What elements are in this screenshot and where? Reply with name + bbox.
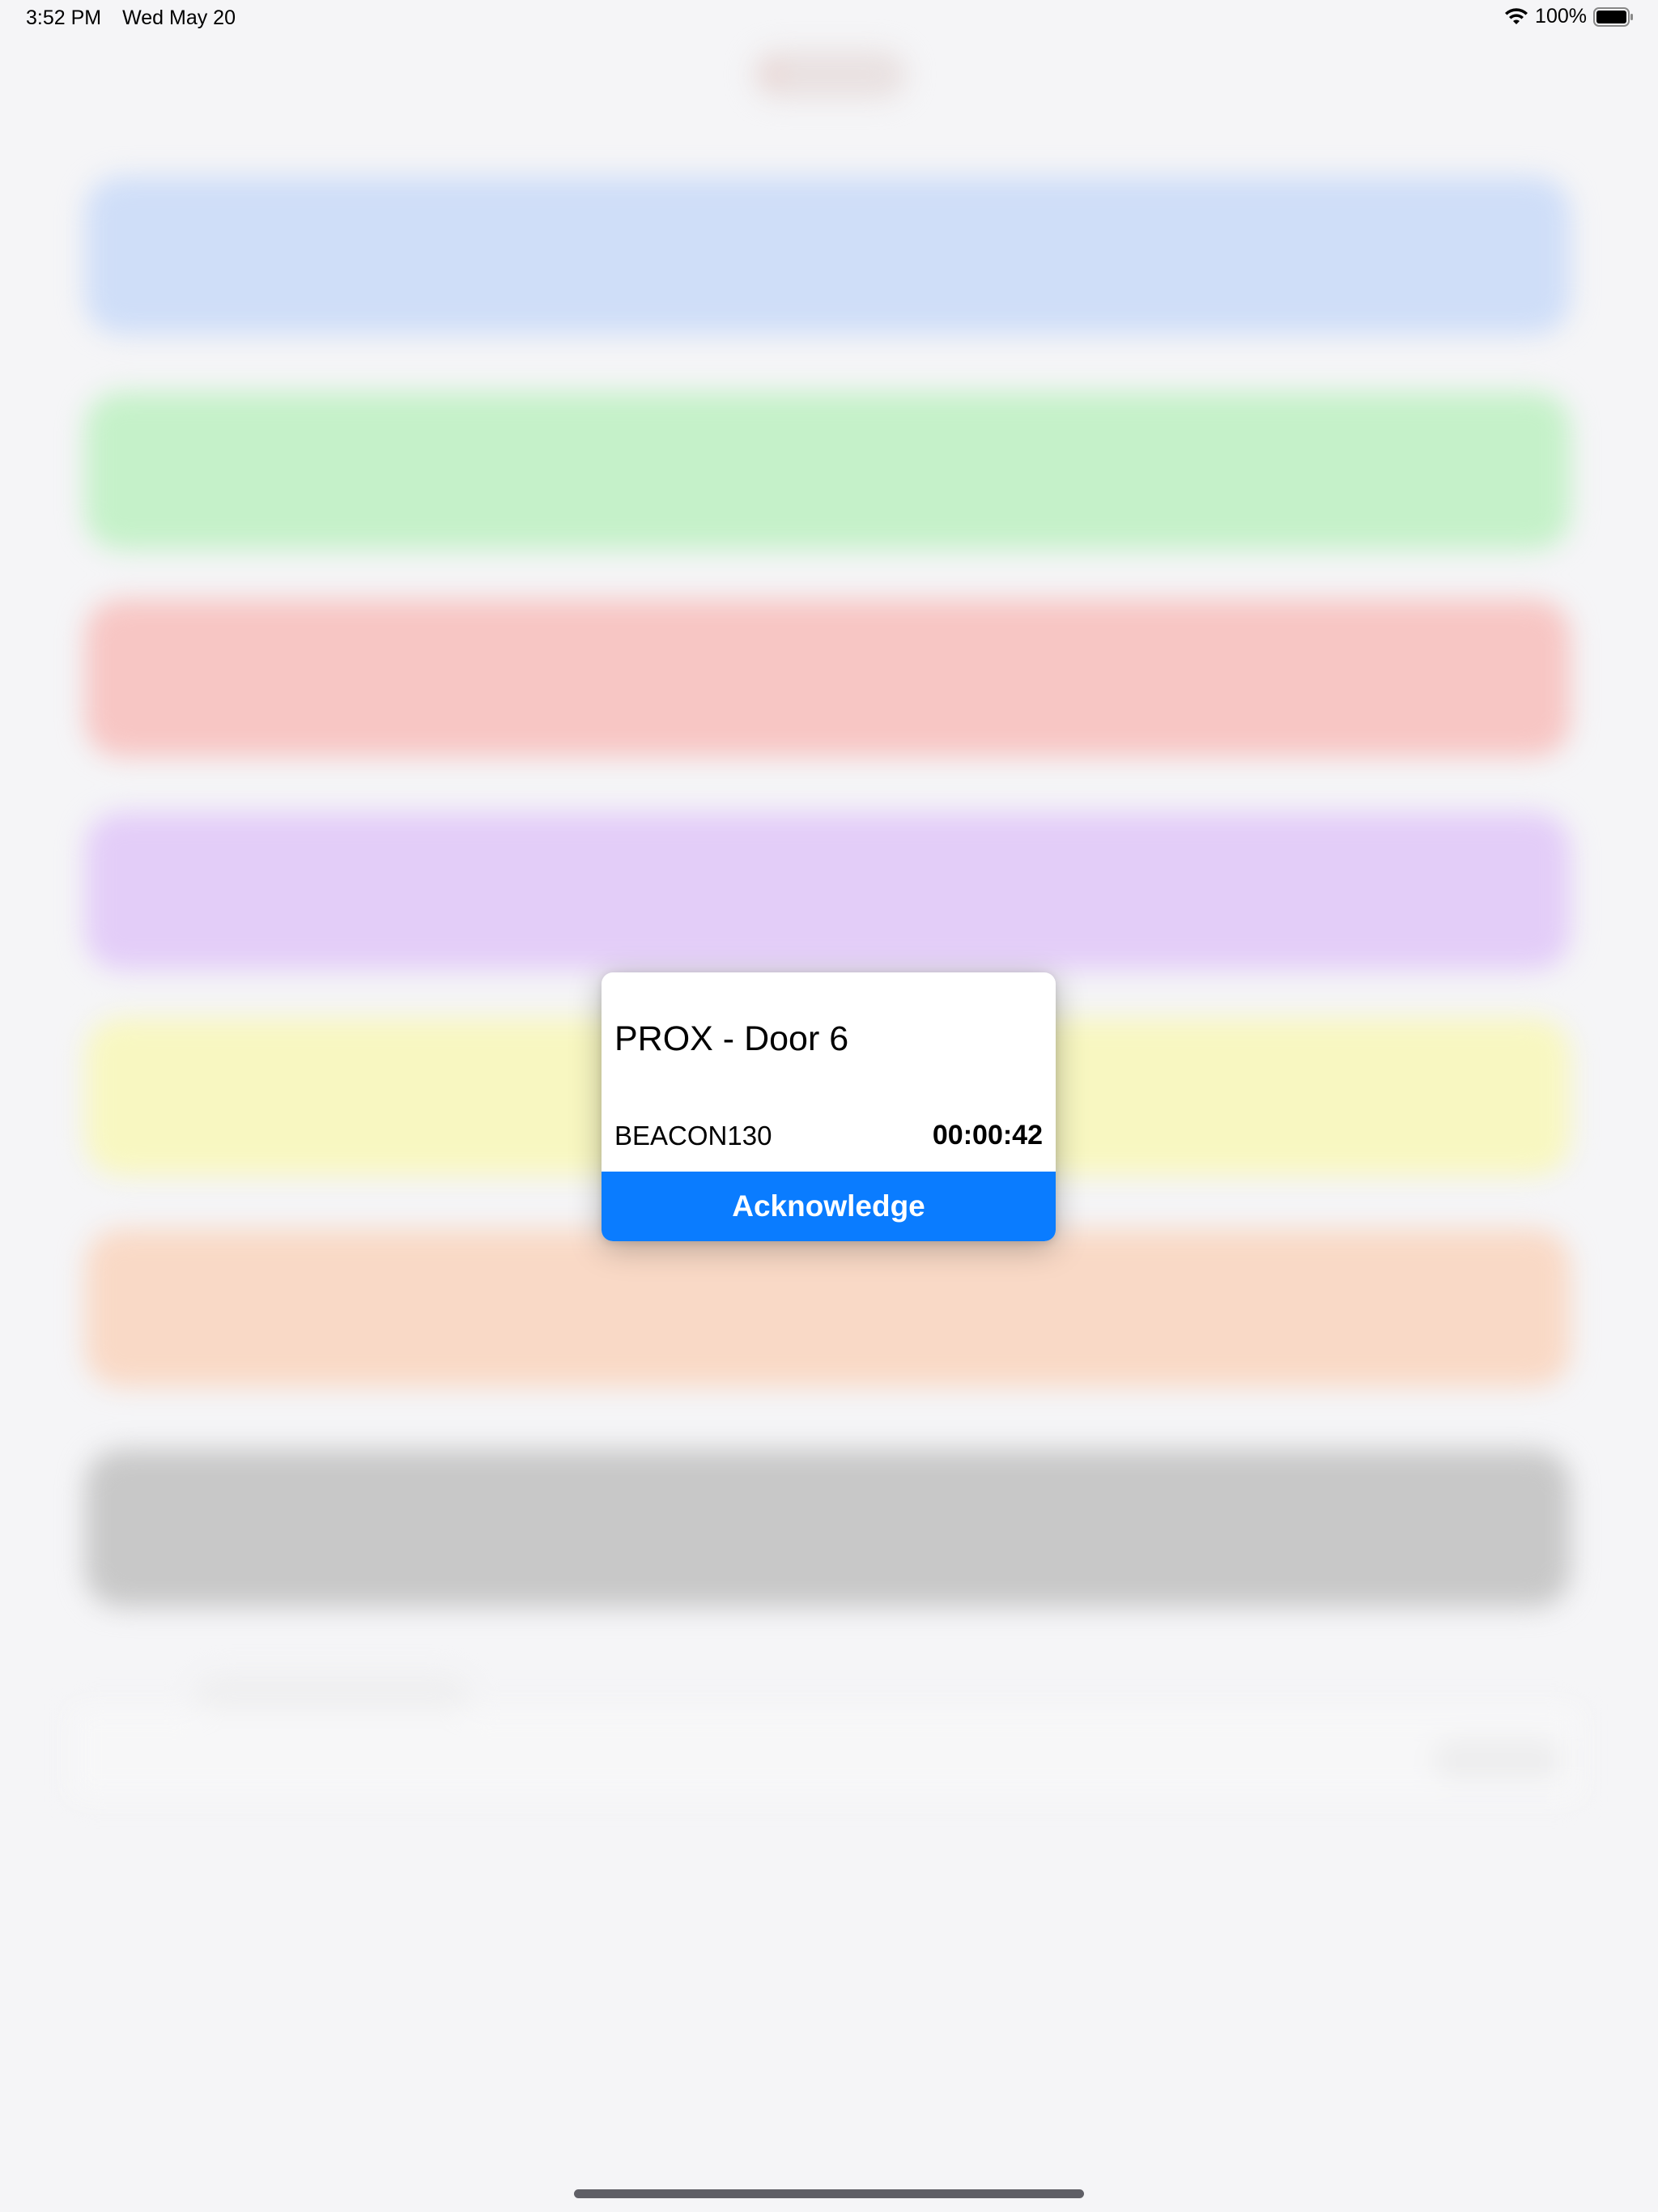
background-footer-bar [73,1708,1579,1797]
background-row-gray [85,1449,1571,1607]
alert-popup: PROX - Door 6 BEACON130 00:00:42 Acknowl… [602,972,1056,1241]
wifi-icon [1504,7,1528,26]
status-time: 3:52 PM [26,6,102,29]
background-row-orange [85,1229,1571,1387]
acknowledge-button[interactable]: Acknowledge [602,1172,1056,1241]
status-date: Wed May 20 [122,6,236,29]
background-row-red [85,599,1571,757]
status-left: 3:52 PM Wed May 20 [26,6,236,30]
background-row-green [85,392,1571,550]
home-indicator[interactable] [574,2189,1084,2198]
background-footer-button [1433,1739,1562,1780]
battery-percent: 100% [1535,5,1587,28]
background-title [753,50,907,99]
background-row-purple [85,812,1571,970]
battery-icon [1593,6,1634,27]
alert-timer: 00:00:42 [932,1120,1043,1151]
status-bar: 3:52 PM Wed May 20 100% [0,0,1658,39]
background-row-blue [85,177,1571,334]
alert-beacon-id: BEACON130 [614,1121,772,1151]
alert-title: PROX - Door 6 [614,1019,849,1058]
status-right: 100% [1504,5,1634,28]
